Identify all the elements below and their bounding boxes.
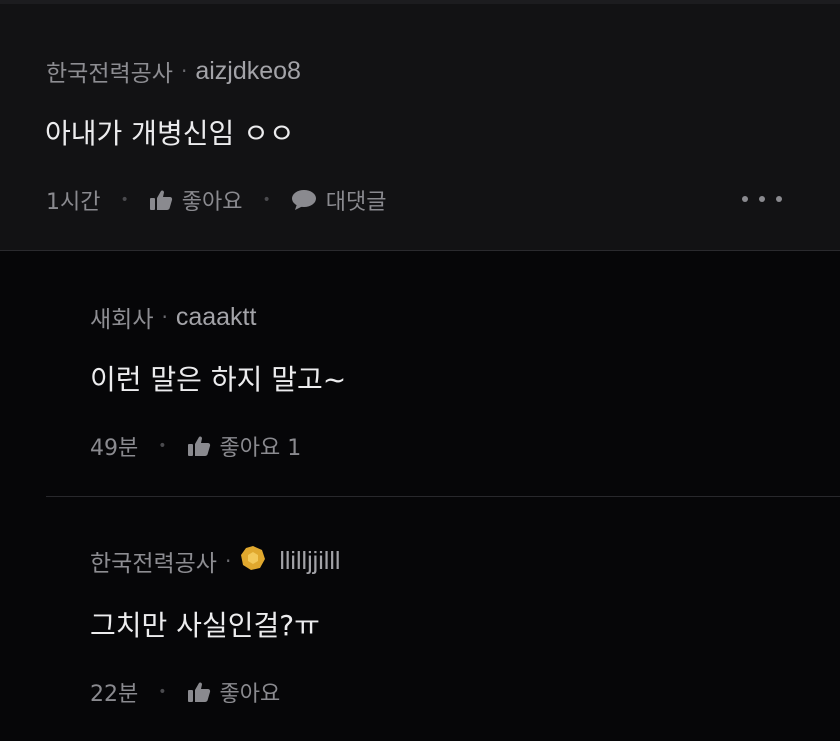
author-separator: · <box>224 549 232 573</box>
like-button[interactable]: 좋아요 <box>187 676 281 708</box>
speech-bubble-icon <box>291 190 316 210</box>
gold-badge-icon <box>239 544 267 578</box>
author-nickname[interactable]: llilljjilll <box>279 547 340 576</box>
author-separator: · <box>161 305 168 329</box>
comment-time: 1시간 <box>46 190 101 215</box>
author-nickname[interactable]: caaaktt <box>176 303 257 332</box>
top-comment: 한국전력공사 · aizjdkeo8 아내가 개병신임 ㅇㅇ 1시간 • 좋아요… <box>0 0 840 251</box>
comment-meta: 1시간 • 좋아요 • 대댓글 <box>46 184 386 216</box>
reply-divider <box>46 496 840 497</box>
reply-author-line: 새회사 · caaaktt <box>90 300 256 334</box>
more-dots-icon[interactable] <box>742 186 782 212</box>
reply-time: 22분 <box>90 682 139 707</box>
comment-text: 아내가 개병신임 ㅇㅇ <box>45 117 295 150</box>
like-button[interactable]: 좋아요 1 <box>187 430 302 462</box>
reply-meta: 49분 • 좋아요 1 <box>90 430 301 462</box>
top-edge <box>0 0 840 4</box>
meta-separator: • <box>158 438 167 454</box>
thumbs-up-icon <box>187 682 210 702</box>
reply-text: 이런 말은 하지 말고~ <box>90 363 347 396</box>
like-label: 좋아요 <box>181 190 243 215</box>
reply-label: 대댓글 <box>325 190 387 215</box>
meta-separator: • <box>120 192 129 208</box>
meta-separator: • <box>158 684 167 700</box>
reply-text: 그치만 사실인걸?ㅠ <box>90 609 320 642</box>
author-separator: · <box>180 59 188 83</box>
comment-author-line: 한국전력공사 · aizjdkeo8 <box>46 54 301 88</box>
author-nickname[interactable]: aizjdkeo8 <box>195 57 301 86</box>
like-button[interactable]: 좋아요 <box>149 184 243 216</box>
reply-time: 49분 <box>90 436 139 461</box>
reply-author-line: 한국전력공사 · llilljjilll <box>90 544 340 578</box>
like-label: 좋아요 <box>219 682 281 707</box>
author-org[interactable]: 한국전력공사 <box>90 544 217 578</box>
reply-meta: 22분 • 좋아요 <box>90 676 280 708</box>
like-label: 좋아요 1 <box>219 436 302 461</box>
author-org[interactable]: 새회사 <box>90 300 153 334</box>
thumbs-up-icon <box>149 190 172 210</box>
author-org[interactable]: 한국전력공사 <box>46 54 173 88</box>
thumbs-up-icon <box>187 436 210 456</box>
meta-separator: • <box>262 192 271 208</box>
reply-button[interactable]: 대댓글 <box>291 184 387 216</box>
